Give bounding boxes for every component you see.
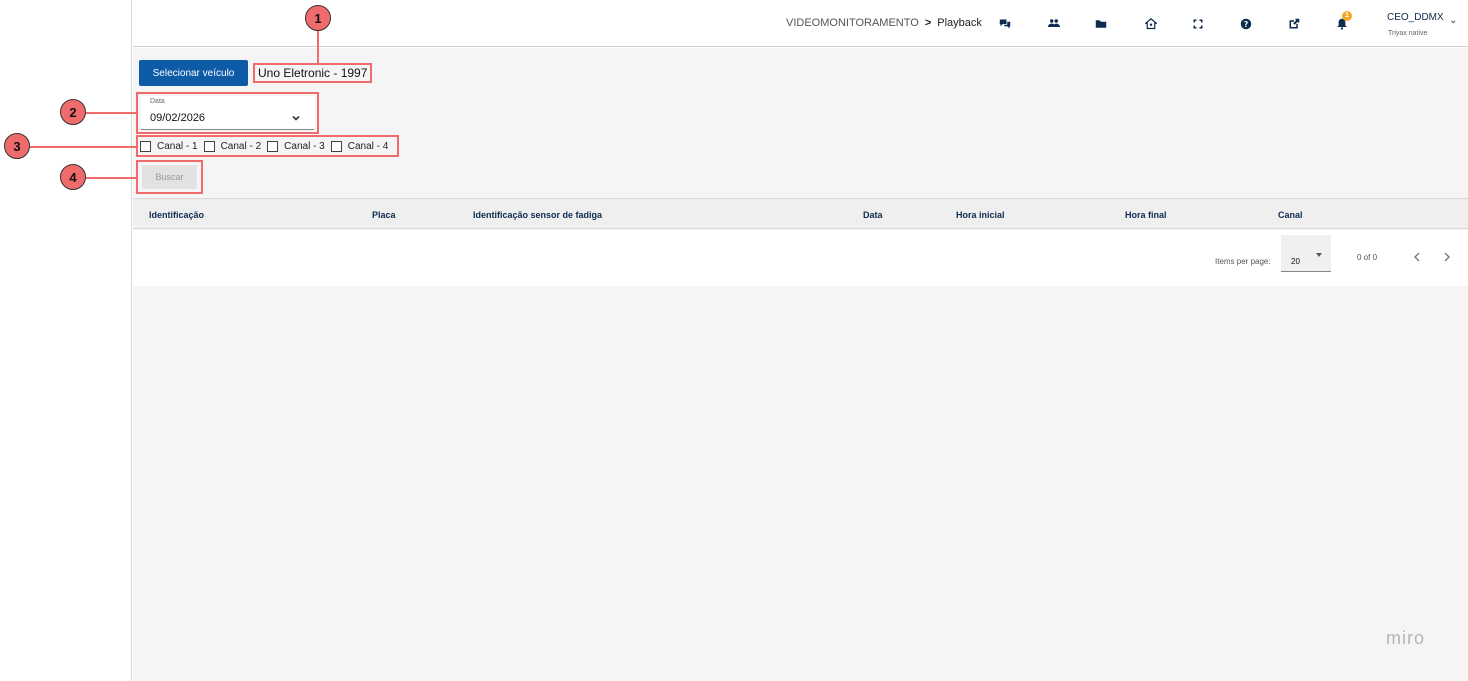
channel-label: Canal - 2 [220, 140, 262, 152]
callout-3: 3 [4, 133, 30, 159]
callout-2: 2 [60, 99, 86, 125]
user-menu[interactable]: CEO_DDMX Triyax native [1387, 12, 1444, 37]
home-icon[interactable] [1141, 14, 1161, 34]
top-bar: VIDEOMONITORAMENTO > Playback ? 1 CEO_DD… [133, 0, 1468, 47]
checkbox[interactable] [267, 140, 279, 152]
select-vehicle-button[interactable]: Selecionar veículo [139, 60, 248, 86]
date-label: Data [150, 98, 165, 105]
folder-icon[interactable] [1091, 14, 1111, 34]
fullscreen-icon[interactable] [1188, 14, 1208, 34]
column-header-data[interactable]: Data [863, 210, 883, 220]
search-highlight: Buscar [136, 160, 203, 194]
users-icon[interactable] [1044, 14, 1064, 34]
user-subtitle: Triyax native [1388, 30, 1428, 37]
date-field[interactable]: Data 09/02/2026 [141, 96, 314, 130]
items-per-page-select[interactable]: 20 [1281, 235, 1331, 272]
date-highlight: Data 09/02/2026 [136, 92, 319, 134]
breadcrumb-current: Playback [937, 17, 982, 29]
callout-4: 4 [60, 164, 86, 190]
selected-vehicle-name: Uno Eletronic - 1997 [253, 63, 373, 83]
channel-checkboxes: Canal - 1 Canal - 2 Canal - 3 Canal - 4 [136, 135, 399, 157]
channel-checkbox-2[interactable]: Canal - 2 [203, 140, 262, 152]
channel-checkbox-4[interactable]: Canal - 4 [330, 140, 389, 152]
items-per-page-label: Items per page: [1215, 257, 1271, 266]
checkbox[interactable] [330, 140, 342, 152]
notification-bell-icon[interactable]: 1 [1332, 11, 1352, 34]
column-header-sensor-fadiga[interactable]: Identificação sensor de fadiga [473, 210, 602, 220]
breadcrumb: VIDEOMONITORAMENTO > Playback [786, 17, 982, 29]
page-range: 0 of 0 [1357, 253, 1378, 262]
next-page-icon[interactable] [1441, 250, 1455, 264]
main-content: Selecionar veículo Uno Eletronic - 1997 … [133, 48, 1468, 681]
column-header-canal[interactable]: Canal [1278, 210, 1303, 220]
search-button[interactable]: Buscar [142, 165, 197, 189]
column-header-identificacao[interactable]: Identificação [149, 210, 204, 220]
callout-connector [28, 146, 137, 148]
paginator: Items per page: 20 0 of 0 [133, 230, 1468, 286]
channel-checkbox-1[interactable]: Canal - 1 [140, 140, 198, 152]
notification-badge: 1 [1342, 11, 1352, 21]
help-icon[interactable]: ? [1236, 14, 1256, 34]
previous-page-icon[interactable] [1411, 250, 1425, 264]
table-header: Identificação Placa Identificação sensor… [133, 198, 1468, 229]
channel-label: Canal - 4 [347, 140, 389, 152]
breadcrumb-parent[interactable]: VIDEOMONITORAMENTO [786, 17, 919, 29]
external-link-icon[interactable] [1284, 14, 1304, 34]
svg-text:?: ? [1244, 20, 1248, 29]
dropdown-arrow-icon [1316, 253, 1322, 257]
column-header-placa[interactable]: Placa [372, 210, 396, 220]
date-value: 09/02/2026 [150, 112, 206, 124]
chevron-down-icon[interactable]: ⌄ [1449, 15, 1457, 26]
user-name: CEO_DDMX [1387, 12, 1444, 23]
channel-label: Canal - 3 [284, 140, 325, 152]
callout-connector [84, 112, 137, 114]
callout-connector [317, 30, 319, 63]
checkbox[interactable] [140, 140, 151, 152]
column-header-hora-inicial[interactable]: Hora inicial [956, 210, 1005, 220]
callout-connector [84, 177, 137, 179]
channel-label: Canal - 1 [157, 140, 198, 152]
checkbox[interactable] [203, 140, 215, 152]
miro-watermark: miro [1386, 628, 1425, 648]
chat-icon[interactable] [995, 14, 1015, 34]
breadcrumb-separator: > [924, 17, 932, 29]
column-header-hora-final[interactable]: Hora final [1125, 210, 1167, 220]
callout-1: 1 [305, 5, 331, 31]
chevron-down-icon[interactable] [291, 110, 301, 121]
channel-checkbox-3[interactable]: Canal - 3 [267, 140, 325, 152]
items-per-page-value: 20 [1291, 257, 1300, 266]
